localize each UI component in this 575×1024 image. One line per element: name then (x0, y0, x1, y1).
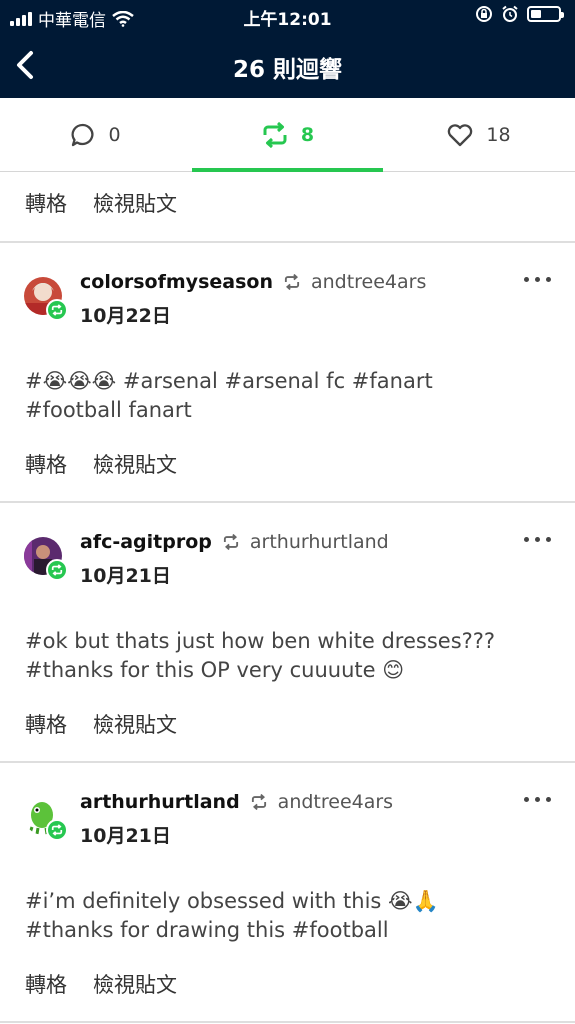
notes-tabs: 0 8 18 (0, 98, 575, 172)
status-bar: 中華電信 上午12:01 (0, 0, 575, 32)
post-actions: 轉格 檢視貼文 (25, 709, 177, 739)
tag-line[interactable]: #😭😭😭 #arsenal #arsenal fc #fanart (25, 367, 555, 396)
tag-line[interactable]: #thanks for drawing this #football (25, 916, 555, 945)
post-actions: 轉格 檢視貼文 (25, 188, 177, 218)
battery-icon (527, 6, 564, 22)
view-post-button[interactable]: 檢視貼文 (93, 449, 177, 479)
reblog-button[interactable]: 轉格 (25, 188, 67, 218)
tab-replies-count: 0 (108, 124, 121, 146)
post-date: 10月21日 (80, 565, 171, 587)
comment-icon (72, 123, 94, 147)
tab-reblogs-count: 8 (300, 124, 315, 146)
avatar[interactable] (24, 277, 68, 321)
tag-line[interactable]: #thanks for this OP very cuuuute 😊 (25, 656, 555, 685)
page-title: 26 則迴響 (232, 57, 342, 83)
tab-reblogs[interactable]: 8 (192, 98, 383, 172)
post-actions: 轉格 檢視貼文 (25, 449, 177, 479)
rotation-lock-icon (476, 6, 492, 22)
reblog-icon (251, 794, 266, 810)
more-options-icon[interactable] (524, 277, 551, 282)
divider (0, 1021, 575, 1023)
view-post-button[interactable]: 檢視貼文 (93, 969, 177, 999)
reblog-button[interactable]: 轉格 (25, 969, 67, 999)
post-tags: #😭😭😭 #arsenal #arsenal fc #fanart #footb… (25, 367, 555, 425)
more-options-icon[interactable] (524, 797, 551, 802)
username-link[interactable]: arthurhurtland (80, 791, 240, 813)
active-tab-indicator (192, 168, 383, 172)
post-date: 10月21日 (80, 825, 171, 847)
reblog-badge-icon (46, 299, 68, 321)
reblog-badge-icon (46, 559, 68, 581)
reblog-icon (263, 122, 287, 148)
post-actions: 轉格 檢視貼文 (25, 969, 177, 999)
source-username-link[interactable]: andtree4ars (278, 791, 393, 813)
heart-icon (448, 124, 473, 147)
reblog-icon (284, 274, 300, 290)
reblog-button[interactable]: 轉格 (25, 709, 67, 739)
reblog-badge-icon (46, 819, 68, 841)
source-username-link[interactable]: arthurhurtland (250, 531, 389, 553)
list-item: colorsofmyseason andtree4ars 10月22日 #😭😭😭… (0, 243, 575, 501)
source-username-link[interactable]: andtree4ars (311, 271, 426, 293)
username-link[interactable]: afc-agitprop (80, 531, 212, 553)
alarm-icon (502, 5, 518, 22)
tab-likes[interactable]: 18 (383, 98, 574, 172)
post-tags: #i’m definitely obsessed with this 😭🙏 #t… (25, 887, 555, 945)
list-item: afc-agitprop arthurhurtland 10月21日 #ok b… (0, 503, 575, 761)
avatar[interactable] (24, 537, 68, 581)
top-bar: 中華電信 上午12:01 26 則迴響 (0, 0, 575, 98)
list-item: arthurhurtland andtree4ars 10月21日 #i’m d… (0, 763, 575, 1021)
tab-replies[interactable]: 0 (0, 98, 191, 172)
tag-line[interactable]: #i’m definitely obsessed with this 😭🙏 (25, 887, 555, 916)
tag-line[interactable]: #ok but thats just how ben white dresses… (25, 627, 555, 656)
reblog-button[interactable]: 轉格 (25, 449, 67, 479)
view-post-button[interactable]: 檢視貼文 (93, 709, 177, 739)
tab-likes-count: 18 (486, 124, 511, 146)
post-date: 10月22日 (80, 305, 171, 327)
reblog-icon (223, 534, 238, 550)
more-options-icon[interactable] (524, 537, 551, 542)
post-tags: #ok but thats just how ben white dresses… (25, 627, 555, 685)
view-post-button[interactable]: 檢視貼文 (93, 188, 177, 218)
tag-line[interactable]: #football fanart (25, 396, 555, 425)
avatar[interactable] (24, 797, 68, 841)
username-link[interactable]: colorsofmyseason (80, 271, 273, 293)
